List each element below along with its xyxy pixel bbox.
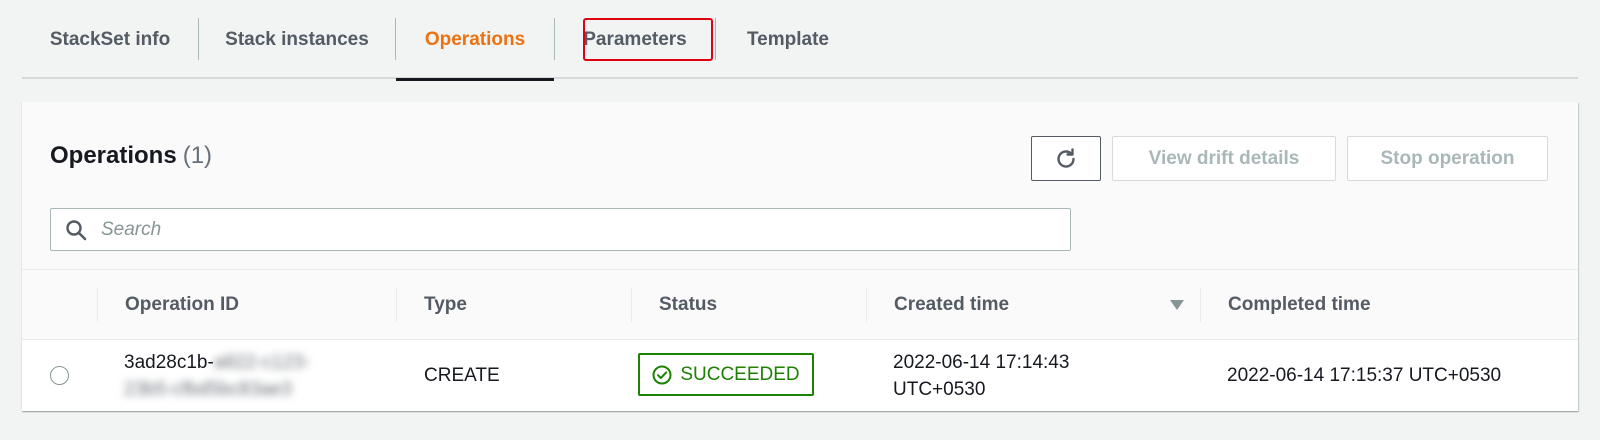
operation-id-visible: 3ad28c1b- — [124, 351, 214, 373]
created-time-line-1: 2022-06-14 17:14:43 — [893, 351, 1070, 373]
status-text: SUCCEEDED — [680, 363, 800, 385]
operation-id-blurred: a822-c123- — [213, 351, 310, 373]
check-circle-icon — [652, 365, 672, 384]
column-header-created-time[interactable]: Created time — [894, 270, 1009, 340]
stop-operation-button[interactable]: Stop operation — [1347, 136, 1548, 181]
tab-stack-instances[interactable]: Stack instances — [199, 0, 395, 79]
tab-label: Template — [746, 28, 829, 50]
refresh-button[interactable] — [1031, 136, 1101, 181]
tab-stackset-info[interactable]: StackSet info — [22, 0, 198, 79]
panel-header: Operations (1) View drift details Stop op… — [22, 102, 1578, 270]
tab-operations[interactable]: Operations — [396, 0, 554, 81]
parameters-highlight-box — [583, 18, 713, 61]
created-time-line-2: UTC+0530 — [893, 378, 986, 400]
row-select-radio[interactable] — [50, 366, 69, 385]
status-badge: SUCCEEDED — [638, 353, 814, 396]
panel-title: Operations (1) — [50, 142, 212, 170]
column-header-type[interactable]: Type — [424, 270, 467, 340]
column-header-operation-id[interactable]: Operation ID — [125, 270, 239, 340]
view-drift-details-button[interactable]: View drift details — [1112, 136, 1336, 181]
operation-id-line-1: 3ad28c1b-a822-c123- — [124, 349, 310, 376]
refresh-icon — [1057, 147, 1075, 168]
search-icon-container — [51, 219, 101, 241]
column-divider — [866, 288, 867, 322]
tab-bar: StackSet info Stack instances Operations… — [22, 0, 1578, 81]
table-row: 3ad28c1b-a822-c123- 23b5-cfbd5bc83ae3 CR… — [22, 340, 1578, 411]
sort-descending-icon[interactable] — [1169, 298, 1185, 312]
search-input[interactable] — [101, 218, 1001, 241]
tab-template[interactable]: Template — [716, 0, 860, 79]
operations-count: (1) — [182, 142, 213, 169]
type-cell: CREATE — [424, 365, 500, 386]
completed-time-cell: 2022-06-14 17:15:37 UTC+0530 — [1227, 365, 1502, 386]
column-divider — [631, 288, 632, 322]
panel-title-text: Operations — [50, 142, 177, 169]
column-divider — [1200, 288, 1201, 322]
table-header: Operation ID Type Status Created time Co… — [22, 270, 1578, 340]
operations-panel: Operations (1) View drift details Stop op… — [22, 102, 1578, 411]
operation-id-cell: 3ad28c1b-a822-c123- 23b5-cfbd5bc83ae3 — [124, 340, 310, 411]
search-box — [50, 208, 1071, 251]
search-icon — [66, 219, 87, 240]
tab-label: Stack instances — [225, 28, 369, 50]
tab-label: Operations — [424, 28, 526, 50]
tab-label: StackSet info — [49, 28, 171, 50]
column-divider — [396, 288, 397, 322]
created-time-cell: 2022-06-14 17:14:43 UTC+0530 — [893, 340, 1069, 411]
column-header-status[interactable]: Status — [659, 270, 717, 340]
column-divider — [97, 288, 98, 322]
operation-id-blurred: 23b5-cfbd5bc83ae3 — [124, 378, 292, 400]
column-header-completed-time[interactable]: Completed time — [1228, 270, 1371, 340]
